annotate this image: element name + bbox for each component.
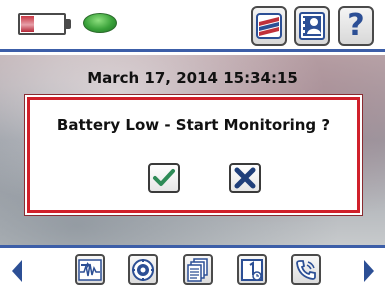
calendar-button[interactable] xyxy=(237,254,267,285)
nav-next-button[interactable] xyxy=(362,258,376,284)
battery-low-dialog: Battery Low - Start Monitoring ? xyxy=(27,97,360,213)
screen: ? March 17, 2014 15:34:15 Battery Low - … xyxy=(0,0,385,290)
waveform-icon xyxy=(78,258,102,281)
status-indicator-icon xyxy=(83,13,117,33)
contact-button[interactable] xyxy=(294,6,330,46)
contact-card-icon xyxy=(299,12,325,40)
waveform-button[interactable] xyxy=(75,254,105,285)
help-button[interactable]: ? xyxy=(338,6,374,46)
phone-icon xyxy=(296,259,316,280)
datetime-label: March 17, 2014 15:34:15 xyxy=(87,69,298,87)
emblem-button[interactable] xyxy=(128,254,158,285)
battery-level-fill xyxy=(21,16,34,32)
help-icon: ? xyxy=(347,8,365,43)
dialog-message: Battery Low - Start Monitoring ? xyxy=(56,116,331,134)
calendar-icon xyxy=(241,258,263,281)
documents-button[interactable] xyxy=(183,254,213,285)
arrow-right-icon xyxy=(364,260,374,282)
x-icon xyxy=(234,167,256,189)
documents-icon xyxy=(187,257,208,282)
arrow-left-icon xyxy=(12,260,22,282)
bottom-nav-bar xyxy=(0,245,385,290)
emblem-icon xyxy=(132,258,154,281)
top-status-bar: ? xyxy=(0,0,385,52)
cancel-button[interactable] xyxy=(229,163,261,193)
checkmark-icon xyxy=(153,169,175,186)
chart-button[interactable] xyxy=(251,6,287,46)
nav-previous-button[interactable] xyxy=(10,258,24,284)
chart-icon xyxy=(256,13,282,39)
battery-tip xyxy=(66,19,71,29)
battery-icon xyxy=(18,13,66,35)
main-area: March 17, 2014 15:34:15 Battery Low - St… xyxy=(0,55,385,245)
phone-button[interactable] xyxy=(291,254,321,285)
confirm-button[interactable] xyxy=(148,163,180,193)
